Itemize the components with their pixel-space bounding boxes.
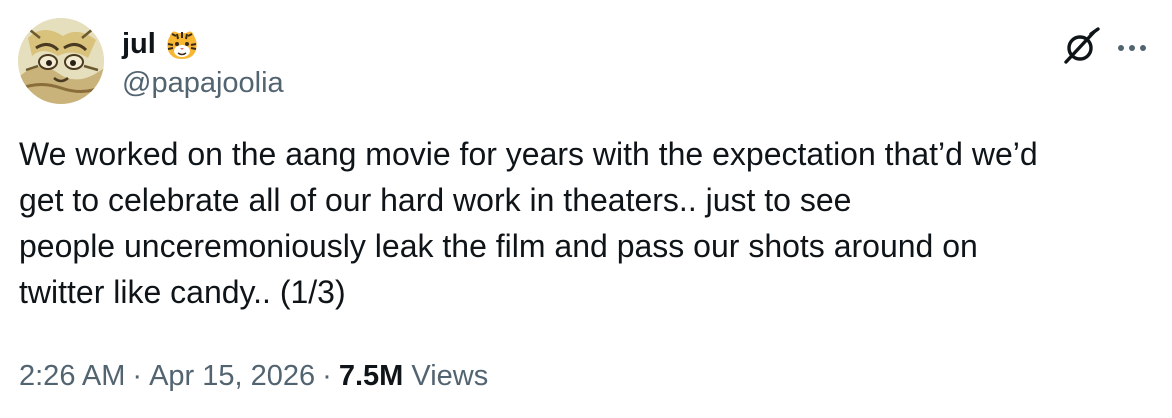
author-handle[interactable]: @papajoolia: [122, 64, 284, 102]
tweet-text-line: We worked on the aang movie for years wi…: [19, 136, 1038, 172]
tweet-time[interactable]: 2:26 AM: [19, 360, 125, 392]
views-count[interactable]: 7.5M: [339, 360, 403, 392]
author-display-name[interactable]: jul: [122, 24, 156, 64]
avatar-illustration: [18, 18, 104, 104]
grok-icon[interactable]: [1058, 24, 1104, 70]
tweet-card: jul @papajoolia We worked on the aang mo…: [0, 0, 1172, 418]
tweet-text-line: get to celebrate all of our hard work in…: [19, 182, 852, 218]
tweet-text: We worked on the aang movie for years wi…: [19, 131, 1149, 315]
avatar[interactable]: [18, 18, 104, 104]
views-label: Views: [411, 360, 489, 392]
meta-separator: ·: [132, 360, 143, 392]
meta-separator: ·: [322, 360, 332, 392]
tweet-text-line: twitter like candy.. (1/3): [19, 274, 346, 310]
tweet-date[interactable]: Apr 15, 2026: [149, 360, 315, 392]
author-name-row: jul: [122, 24, 200, 64]
tweet-text-line: people unceremoniously leak the film and…: [19, 228, 978, 264]
more-icon[interactable]: [1112, 28, 1152, 68]
tiger-face-emoji-icon: [164, 26, 200, 62]
tweet-meta: 2:26 AM · Apr 15, 2026 · 7.5M Views: [19, 356, 488, 396]
